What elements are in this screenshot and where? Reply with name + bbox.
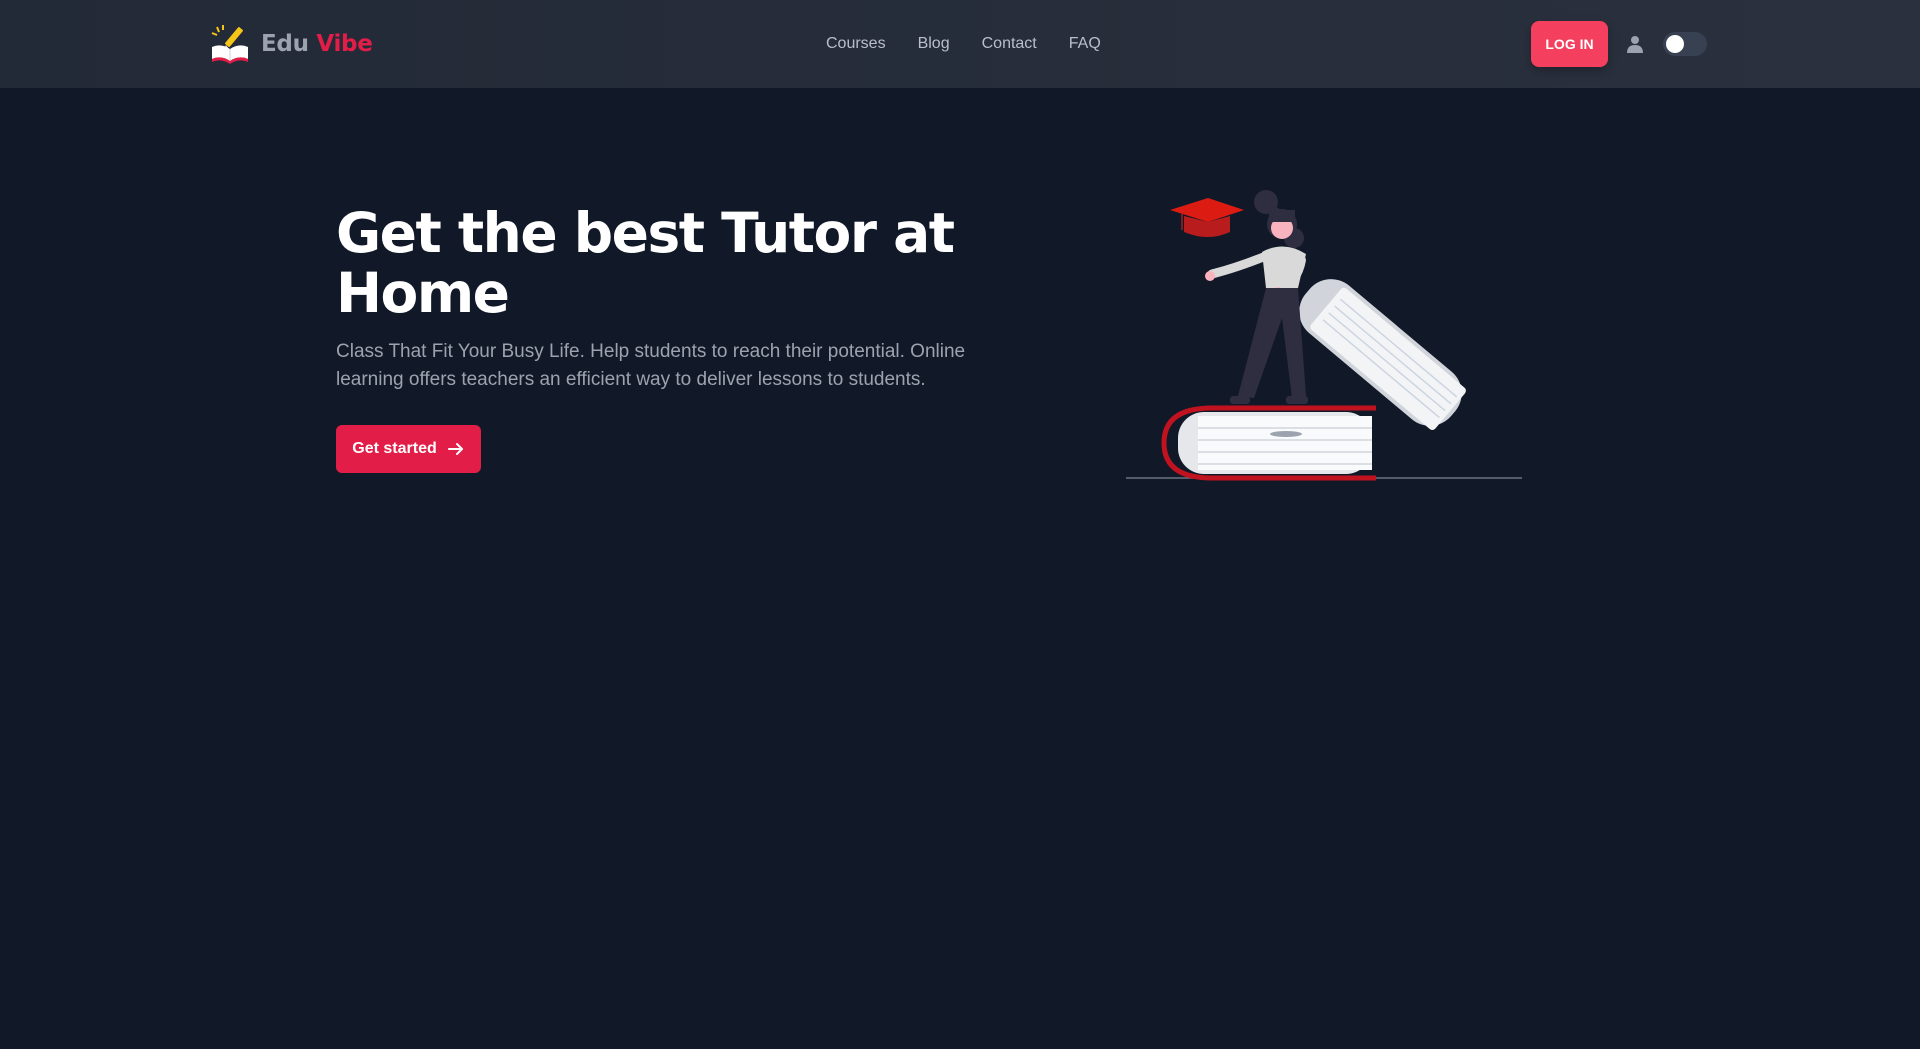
brand-name-vibe: Vibe	[316, 31, 373, 57]
nav-link-contact[interactable]: Contact	[982, 35, 1037, 52]
student-with-books-illustration	[1126, 190, 1522, 481]
main-nav: Courses Blog Contact FAQ	[826, 30, 1101, 58]
toggle-knob	[1666, 35, 1684, 53]
arrow-right-icon	[447, 443, 463, 455]
nav-link-blog[interactable]: Blog	[918, 35, 950, 52]
nav-link-faq[interactable]: FAQ	[1069, 35, 1101, 52]
hero-subtitle: Class That Fit Your Busy Life. Help stud…	[336, 341, 966, 390]
login-button[interactable]: LOG IN	[1531, 21, 1608, 67]
get-started-button[interactable]: Get started	[336, 425, 481, 473]
brand-name-edu: Edu	[261, 31, 309, 57]
get-started-label: Get started	[352, 440, 437, 457]
top-navbar: Edu Vibe Courses Blog Contact FAQ LOG IN	[0, 0, 1920, 88]
nav-link-courses[interactable]: Courses	[826, 35, 886, 52]
hero-title: Get the best Tutor at Home	[336, 201, 955, 325]
user-icon[interactable]	[1626, 35, 1644, 53]
brand-logo-link[interactable]: Edu Vibe	[209, 22, 373, 66]
book-pencil-icon	[211, 25, 248, 64]
theme-toggle[interactable]	[1663, 32, 1707, 56]
